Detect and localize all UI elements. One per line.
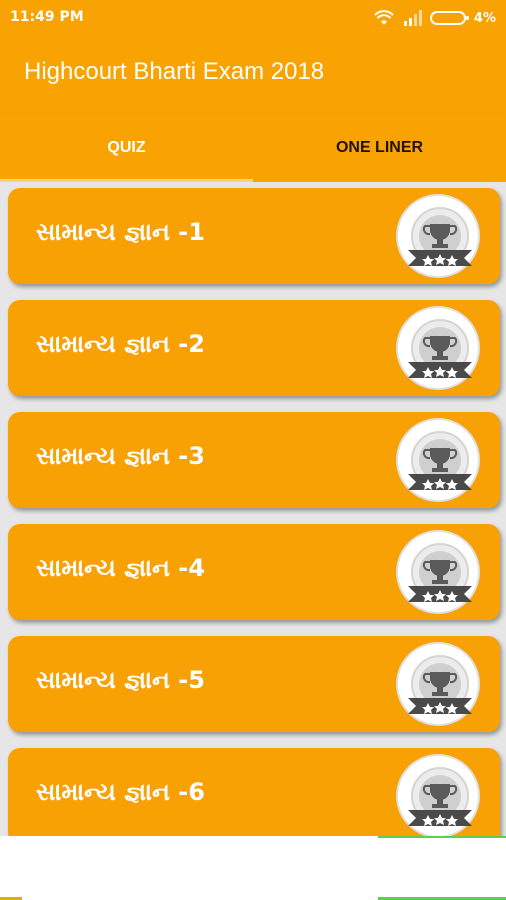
quiz-card-label: સામાન્ય જ્ઞાન -4 bbox=[36, 554, 205, 582]
quiz-list[interactable]: સામાન્ય જ્ઞાન -1 સામાન્ય જ્ઞાન -2 સામાન્… bbox=[0, 182, 506, 836]
trophy-badge-icon bbox=[396, 306, 480, 390]
trophy-badge-icon bbox=[396, 530, 480, 614]
quiz-card-label: સામાન્ય જ્ઞાન -2 bbox=[36, 330, 205, 358]
ad-accent-line bbox=[378, 836, 506, 838]
trophy-badge-icon bbox=[396, 642, 480, 726]
tab-one-liner[interactable]: ONE LINER bbox=[253, 114, 506, 182]
quiz-card-label: સામાન્ય જ્ઞાન -1 bbox=[36, 218, 205, 246]
battery-icon bbox=[429, 11, 469, 25]
quiz-card-6[interactable]: સામાન્ય જ્ઞાન -6 bbox=[8, 748, 500, 836]
status-bar: 11:49 PM 4% bbox=[0, 0, 506, 36]
trophy-icon bbox=[408, 767, 472, 826]
trophy-badge-icon bbox=[396, 194, 480, 278]
quiz-card-2[interactable]: સામાન્ય જ્ઞાન -2 bbox=[8, 300, 500, 396]
quiz-card-1[interactable]: સામાન્ય જ્ઞાન -1 bbox=[8, 188, 500, 284]
quiz-card-label: સામાન્ય જ્ઞાન -3 bbox=[36, 442, 205, 470]
ad-banner-area bbox=[0, 836, 506, 900]
status-time: 11:49 PM bbox=[10, 9, 84, 25]
trophy-icon bbox=[408, 319, 472, 378]
quiz-card-label: સામાન્ય જ્ઞાન -6 bbox=[36, 778, 205, 806]
quiz-card-3[interactable]: સામાન્ય જ્ઞાન -3 bbox=[8, 412, 500, 508]
quiz-card-4[interactable]: સામાન્ય જ્ઞાન -4 bbox=[8, 524, 500, 620]
trophy-icon bbox=[408, 207, 472, 266]
status-icons: 4% bbox=[374, 8, 496, 28]
tab-quiz[interactable]: QUIZ bbox=[0, 114, 253, 182]
wifi-icon bbox=[374, 10, 394, 25]
app-title: Highcourt Bharti Exam 2018 bbox=[24, 58, 325, 85]
battery-percent: 4% bbox=[473, 10, 496, 26]
quiz-card-label: સામાન્ય જ્ઞાન -5 bbox=[36, 666, 205, 694]
trophy-badge-icon bbox=[396, 418, 480, 502]
app-bar: Highcourt Bharti Exam 2018 bbox=[0, 36, 506, 114]
tab-bar: QUIZ ONE LINER bbox=[0, 114, 506, 182]
quiz-card-5[interactable]: સામાન્ય જ્ઞાન -5 bbox=[8, 636, 500, 732]
trophy-icon bbox=[408, 655, 472, 714]
signal-icon bbox=[403, 10, 422, 26]
trophy-icon bbox=[408, 543, 472, 602]
trophy-icon bbox=[408, 431, 472, 490]
trophy-badge-icon bbox=[396, 754, 480, 836]
